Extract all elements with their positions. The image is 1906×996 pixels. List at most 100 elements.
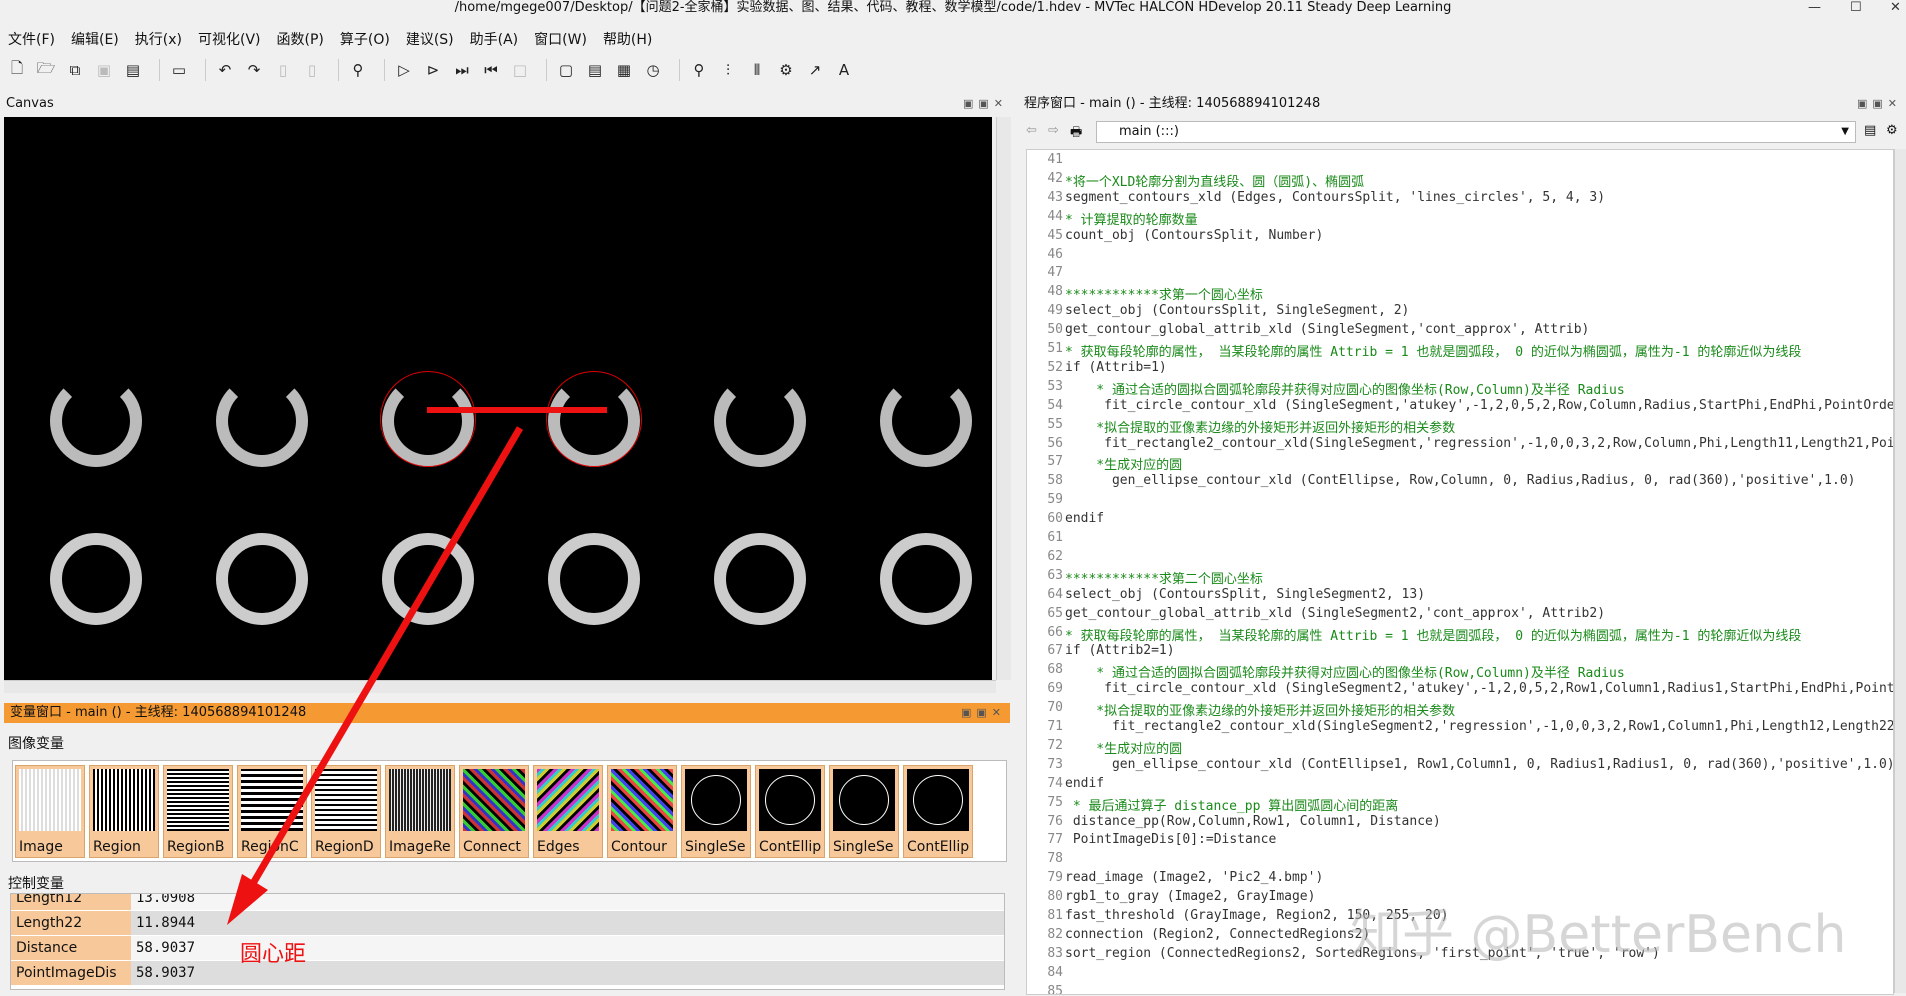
code-editor[interactable]: 41 42 *将一个XLD轮廓分割为直线段、圆（圆弧)、椭圆弧 43 segment_c… — [1026, 149, 1894, 995]
graphics-canvas[interactable] — [4, 117, 992, 680]
code-line[interactable]: rgb1_to_gray (Image2, GrayImage) — [1065, 889, 1315, 904]
code-line[interactable]: if (Attrib=1) — [1065, 360, 1167, 375]
code-line[interactable]: *生成对应的圆 — [1065, 454, 1182, 473]
edit-procedure-icon[interactable]: ▤ — [1864, 123, 1876, 138]
menu-visualize[interactable]: 可视化(V) — [190, 28, 269, 52]
image-var-thumb[interactable]: RegionB — [163, 765, 233, 858]
step-out-icon[interactable]: ⏮ — [480, 59, 502, 81]
print-icon[interactable]: 🖶 — [1070, 123, 1082, 145]
menu-suggestions[interactable]: 建议(S) — [398, 28, 462, 52]
menu-file[interactable]: 文件(F) — [0, 28, 63, 52]
feature-histogram-icon[interactable]: ⫴ — [746, 59, 768, 81]
canvas-vertical-scrollbar[interactable] — [996, 117, 1011, 680]
menu-execute[interactable]: 执行(x) — [127, 28, 190, 52]
image-var-thumb[interactable]: Connect — [459, 765, 529, 858]
code-line[interactable]: * 获取每段轮廓的属性， 当某段轮廓的属性 Attrib = 1 也就是圆弧段，… — [1065, 625, 1801, 644]
code-line[interactable]: get_contour_global_attrib_xld (SingleSeg… — [1065, 606, 1605, 621]
image-var-thumb[interactable]: ImageRe — [385, 765, 455, 858]
profiler-icon[interactable]: ◷ — [642, 59, 664, 81]
redo-icon[interactable]: ↷ — [243, 59, 265, 81]
image-var-thumb[interactable]: Image — [15, 765, 85, 858]
code-line[interactable]: connection (Region2, ConnectedRegions2) — [1065, 927, 1370, 942]
menu-help[interactable]: 帮助(H) — [595, 28, 660, 52]
code-line[interactable]: ************求第一个圆心坐标 — [1065, 284, 1263, 303]
table-row[interactable]: PointImageDis 58.9037 — [11, 961, 1004, 986]
minimize-button[interactable]: — — [1808, 0, 1821, 15]
reset-program-icon[interactable]: ▢ — [555, 59, 577, 81]
code-line[interactable]: * 获取每段轮廓的属性， 当某段轮廓的属性 Attrib = 1 也就是圆弧段，… — [1065, 341, 1801, 360]
table-row[interactable]: Length12 13.0908 — [11, 894, 1004, 911]
close-button[interactable]: ✕ — [1890, 0, 1901, 15]
back-arrow-icon[interactable]: ⇦ — [1026, 123, 1037, 138]
menu-assistants[interactable]: 助手(A) — [462, 28, 527, 52]
menu-operators[interactable]: 算子(O) — [332, 28, 398, 52]
ocr-icon[interactable]: A — [833, 59, 855, 81]
code-line[interactable]: fit_circle_contour_xld (SingleSegment,'a… — [1065, 398, 1893, 413]
line-profile-icon[interactable]: ↗ — [804, 59, 826, 81]
undo-icon[interactable]: ↶ — [214, 59, 236, 81]
image-var-thumb[interactable]: ContEllip — [903, 765, 973, 858]
new-file-icon[interactable]: 🗋 — [6, 59, 28, 81]
code-line[interactable]: endif — [1065, 511, 1104, 526]
image-var-thumb[interactable]: SingleSe — [681, 765, 751, 858]
code-line[interactable]: count_obj (ContoursSplit, Number) — [1065, 228, 1323, 243]
panel-controls[interactable]: ▣▣✕ — [961, 703, 1006, 723]
image-var-thumb[interactable]: Edges — [533, 765, 603, 858]
save-icon[interactable]: ▣ — [93, 59, 115, 81]
code-line[interactable]: *将一个XLD轮廓分割为直线段、圆（圆弧)、椭圆弧 — [1065, 171, 1364, 190]
open-example-icon[interactable]: ⧉ — [64, 59, 86, 81]
code-line[interactable]: * 通过合适的圆拟合圆弧轮廓段并获得对应圆心的图像坐标(Row,Column)及… — [1065, 662, 1624, 681]
code-line[interactable]: distance_pp(Row,Column,Row1, Column1, Di… — [1065, 814, 1441, 829]
code-line[interactable]: *生成对应的圆 — [1065, 738, 1182, 757]
code-line[interactable]: * 最后通过算子 distance_pp 算出圆弧圆心间的距离 — [1065, 795, 1398, 814]
code-line[interactable]: endif — [1065, 776, 1104, 791]
save-all-icon[interactable]: ▤ — [122, 59, 144, 81]
menu-window[interactable]: 窗口(W) — [526, 28, 595, 52]
maximize-button[interactable]: ☐ — [1850, 0, 1862, 15]
canvas-horizontal-scrollbar[interactable] — [4, 680, 996, 693]
code-line[interactable]: gen_ellipse_contour_xld (ContEllipse1, R… — [1065, 757, 1893, 772]
code-line[interactable]: * 计算提取的轮廓数量 — [1065, 209, 1198, 228]
step-over-icon[interactable]: ⊳ — [422, 59, 444, 81]
code-line[interactable]: read_image (Image2, 'Pic2_4.bmp') — [1065, 870, 1323, 885]
code-line[interactable]: *拟合提取的亚像素边缘的外接矩形并返回外接矩形的相关参数 — [1065, 700, 1455, 719]
open-file-icon[interactable]: 🗁 — [35, 59, 57, 81]
menu-functions[interactable]: 函数(P) — [269, 28, 332, 52]
panel-controls[interactable]: ▣▣✕ — [1857, 94, 1902, 114]
table-row[interactable]: Distance 58.9037 — [11, 936, 1004, 961]
code-line[interactable]: get_contour_global_attrib_xld (SingleSeg… — [1065, 322, 1589, 337]
code-line[interactable]: fit_circle_contour_xld (SingleSegment2,'… — [1065, 681, 1893, 696]
code-line[interactable]: segment_contours_xld (Edges, ContoursSpl… — [1065, 190, 1605, 205]
image-acquisition-icon[interactable]: ▦ — [613, 59, 635, 81]
image-var-thumb[interactable]: Contour — [607, 765, 677, 858]
zoom-icon[interactable]: ⚲ — [688, 59, 710, 81]
code-line[interactable]: if (Attrib2=1) — [1065, 643, 1175, 658]
code-line[interactable]: ************求第二个圆心坐标 — [1065, 568, 1263, 587]
find-icon[interactable]: ⚲ — [347, 59, 369, 81]
code-line[interactable]: fit_rectangle2_contour_xld(SingleSegment… — [1065, 719, 1893, 734]
procedure-selector[interactable]: main (:::) ▼ — [1096, 121, 1856, 143]
code-line[interactable]: * 通过合适的圆拟合圆弧轮廓段并获得对应圆心的图像坐标(Row,Column)及… — [1065, 379, 1624, 398]
code-line[interactable]: PointImageDis[0]:=Distance — [1065, 832, 1277, 847]
copy-icon[interactable]: ▯ — [301, 59, 323, 81]
step-into-icon[interactable]: ⏭ — [451, 59, 473, 81]
code-vertical-scrollbar[interactable] — [1894, 149, 1906, 993]
image-var-thumb[interactable]: RegionC — [237, 765, 307, 858]
run-icon[interactable]: ▷ — [393, 59, 415, 81]
panel-controls[interactable]: ▣▣✕ — [963, 94, 1008, 114]
code-line[interactable]: gen_ellipse_contour_xld (ContEllipse, Ro… — [1065, 473, 1856, 488]
feature-inspection-icon[interactable]: ⚙ — [775, 59, 797, 81]
image-var-thumb[interactable]: Region — [89, 765, 159, 858]
image-var-thumb[interactable]: RegionD — [311, 765, 381, 858]
code-line[interactable]: select_obj (ContoursSplit, SingleSegment… — [1065, 303, 1409, 318]
code-line[interactable]: *拟合提取的亚像素边缘的外接矩形并返回外接矩形的相关参数 — [1065, 417, 1455, 436]
table-row[interactable]: Length22 11.8944 — [11, 911, 1004, 936]
cut-icon[interactable]: ▯ — [272, 59, 294, 81]
forward-arrow-icon[interactable]: ⇨ — [1048, 123, 1059, 138]
image-var-thumb[interactable]: ContEllip — [755, 765, 825, 858]
menu-edit[interactable]: 编辑(E) — [63, 28, 127, 52]
settings-icon[interactable]: ⚙ — [1886, 123, 1898, 138]
stop-icon[interactable]: □ — [509, 59, 531, 81]
reset-procedure-icon[interactable]: ▤ — [584, 59, 606, 81]
camera-icon[interactable]: ▭ — [168, 59, 190, 81]
